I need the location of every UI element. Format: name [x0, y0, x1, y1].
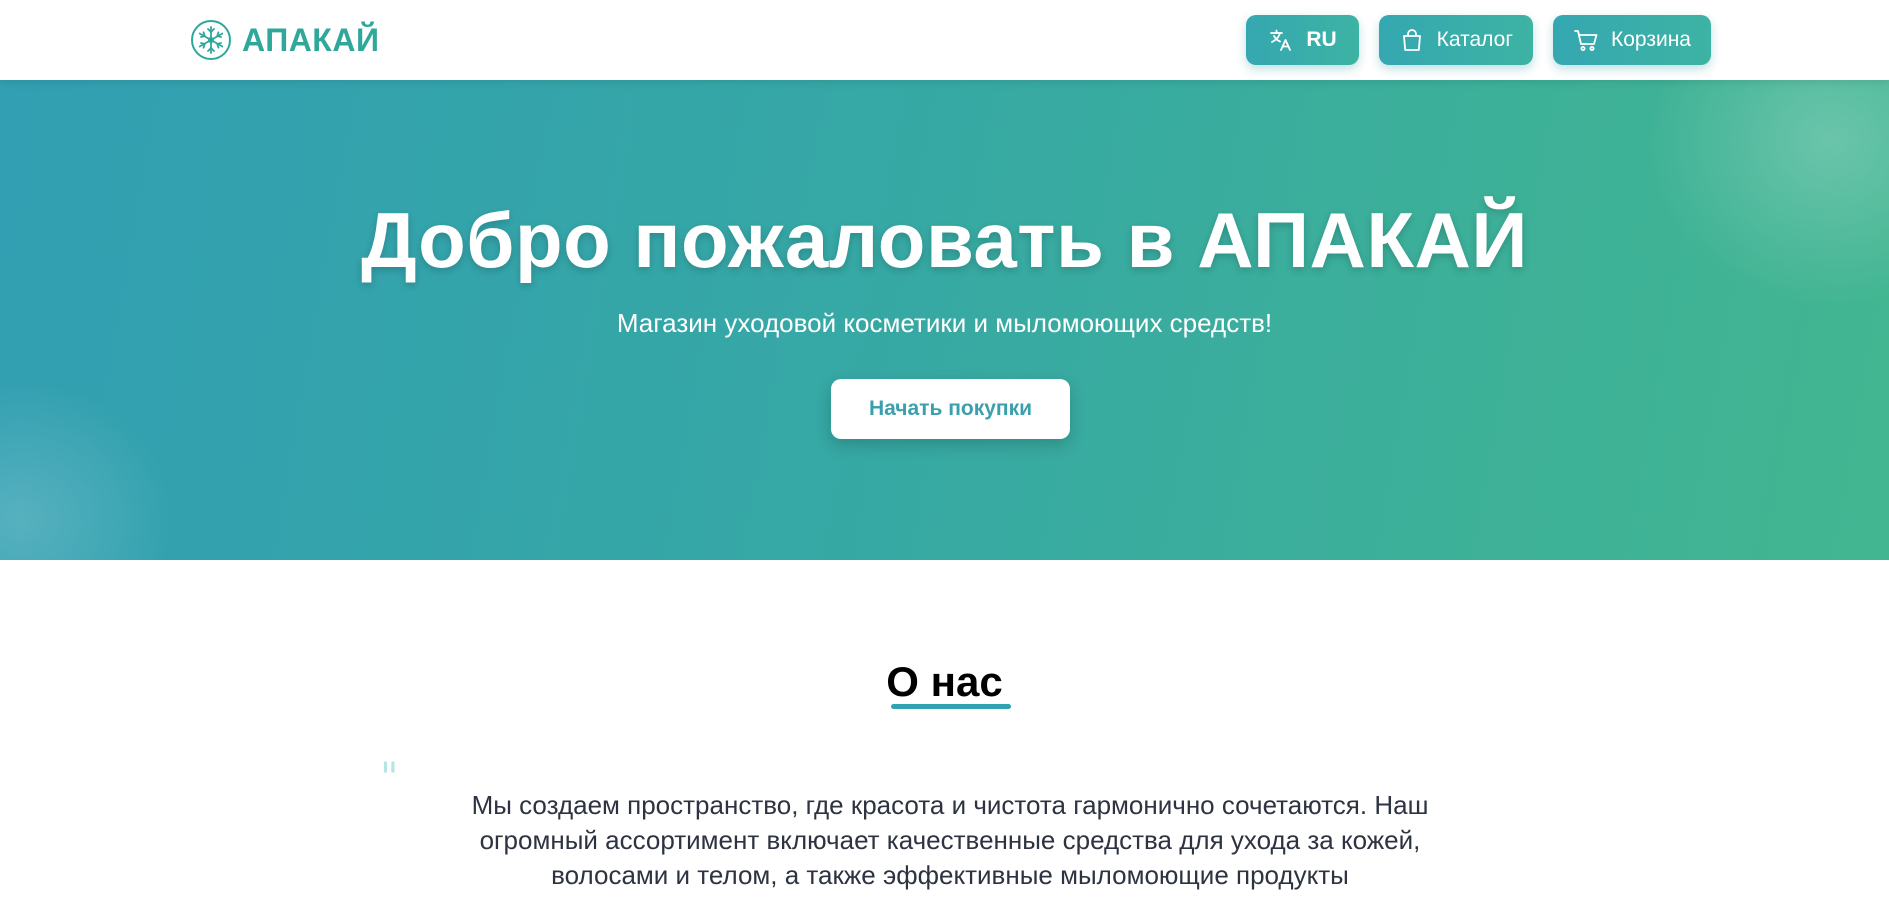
logo-text: АПАКАЙ	[242, 21, 380, 58]
shopping-bag-icon	[1399, 27, 1425, 53]
title-underline	[891, 704, 1011, 709]
quote-icon: "	[380, 755, 399, 801]
site-header: АПАКАЙ RU Каталог Корзина	[0, 0, 1889, 80]
language-label: RU	[1306, 28, 1337, 51]
cart-icon	[1573, 27, 1599, 53]
hero-section: Добро пожаловать в АПАКАЙ Магазин уходов…	[0, 80, 1889, 560]
about-title: О нас	[886, 658, 1003, 705]
snowflake-icon	[190, 19, 232, 61]
catalog-button[interactable]: Каталог	[1378, 15, 1533, 65]
cart-button[interactable]: Корзина	[1553, 15, 1711, 65]
logo[interactable]: АПАКАЙ	[190, 18, 379, 62]
catalog-label: Каталог	[1436, 28, 1513, 51]
translate-icon	[1268, 27, 1294, 53]
main-nav: RU Каталог Корзина	[1246, 15, 1711, 65]
hero-subtitle: Магазин уходовой косметики и мыломоющих …	[616, 308, 1273, 338]
about-text: Мы создаем пространство, где красота и ч…	[471, 790, 1429, 890]
hero-title: Добро пожаловать в АПАКАЙ	[361, 196, 1528, 284]
language-button[interactable]: RU	[1246, 15, 1359, 65]
cart-label: Корзина	[1611, 28, 1691, 51]
start-shopping-button[interactable]: Начать покупки	[831, 379, 1070, 439]
